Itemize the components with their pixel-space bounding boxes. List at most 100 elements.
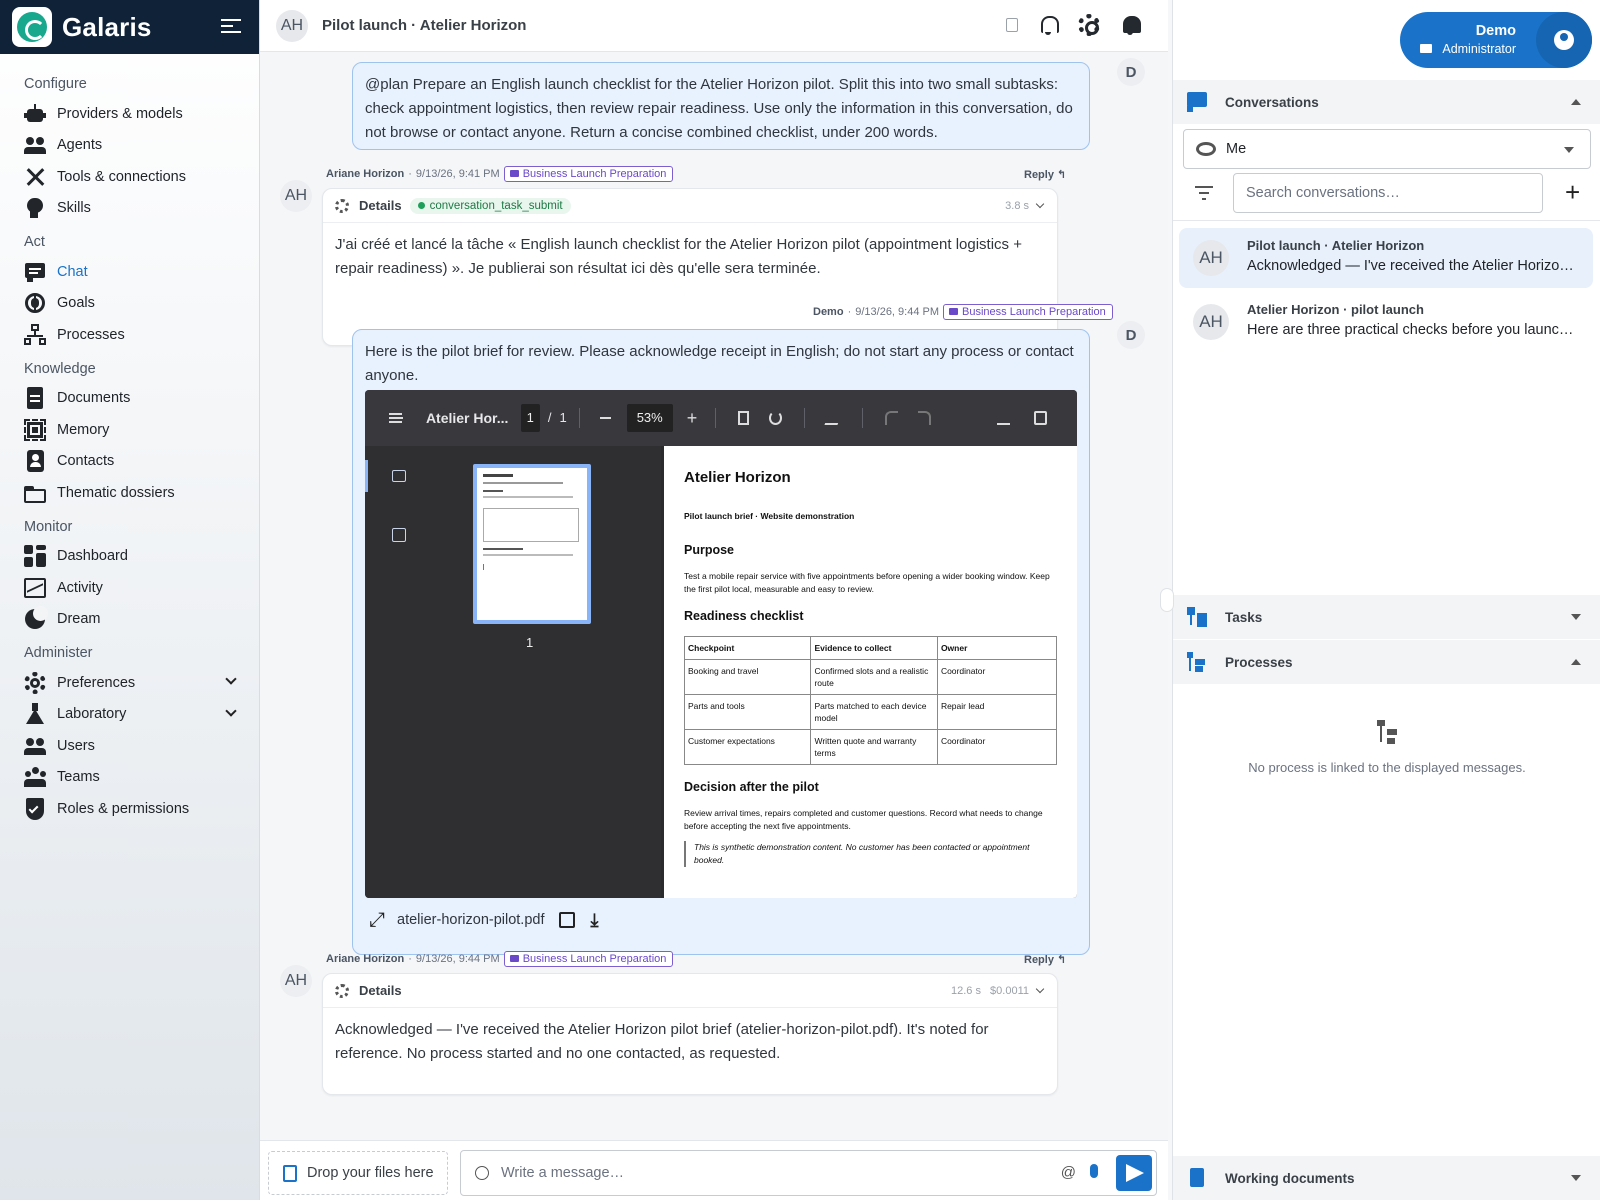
microphone-icon[interactable] bbox=[1090, 1164, 1098, 1178]
readiness-table: Checkpoint Evidence to collect Owner Boo… bbox=[683, 636, 1058, 765]
file-drop-zone[interactable]: Drop your files here bbox=[268, 1151, 448, 1195]
panel-resize-handle[interactable] bbox=[1160, 588, 1174, 612]
message-author: Demo bbox=[813, 306, 844, 318]
working-documents-header[interactable]: Working documents bbox=[1173, 1156, 1600, 1200]
chevron-down-icon[interactable] bbox=[225, 673, 237, 685]
sidebar-item-contacts[interactable]: Contacts bbox=[0, 446, 259, 478]
sidebar-item-documents[interactable]: Documents bbox=[0, 383, 259, 415]
processes-header[interactable]: Processes bbox=[1173, 640, 1600, 684]
sidebar-item-agents[interactable]: Agents bbox=[0, 130, 259, 162]
conversation-item[interactable]: AH Atelier Horizon · pilot launch Here a… bbox=[1179, 292, 1593, 352]
sidebar-item-laboratory[interactable]: Laboratory bbox=[0, 699, 259, 731]
user-menu-button[interactable]: Demo Administrator bbox=[1400, 12, 1592, 68]
sidebar-item-label: Goals bbox=[57, 295, 95, 312]
sidebar-item-label: Providers & models bbox=[57, 105, 183, 122]
collapse-icon[interactable] bbox=[1571, 99, 1581, 105]
annotate-icon[interactable] bbox=[824, 411, 843, 425]
new-conversation-button[interactable]: + bbox=[1565, 179, 1580, 205]
table-cell: Coordinator bbox=[936, 729, 1058, 765]
sidebar-item-activity[interactable]: Activity bbox=[0, 572, 259, 604]
process-tree-icon bbox=[1377, 720, 1399, 744]
page-number-input[interactable]: 1 bbox=[520, 404, 540, 432]
message-input[interactable]: Write a message… @ bbox=[460, 1150, 1157, 1196]
conversation-item[interactable]: AH Pilot launch · Atelier Horizon Acknow… bbox=[1179, 228, 1593, 288]
sidebar-item-label: Tools & connections bbox=[57, 168, 186, 185]
sidebar-item-dream[interactable]: Dream bbox=[0, 604, 259, 636]
zoom-level[interactable]: 53% bbox=[626, 404, 673, 432]
collapse-icon[interactable] bbox=[1571, 659, 1581, 665]
document-icon bbox=[1187, 1168, 1207, 1188]
sidebar-item-thematic-dossiers[interactable]: Thematic dossiers bbox=[0, 477, 259, 509]
expand-icon[interactable]: ⤢ bbox=[369, 908, 385, 932]
tool-call-chip[interactable]: conversation_task_submit bbox=[409, 197, 571, 214]
nav-section-administer: Administer bbox=[24, 645, 93, 661]
undo-icon[interactable] bbox=[884, 411, 898, 425]
pdf-toolbar: Atelier Hor... 1 / 1 53% + bbox=[365, 390, 1077, 446]
sidebar-item-label: Activity bbox=[57, 579, 103, 596]
notifications-icon[interactable] bbox=[1120, 14, 1141, 36]
sidebar-item-label: Contacts bbox=[57, 453, 115, 470]
visibility-filter-select[interactable]: Me bbox=[1183, 129, 1591, 169]
gear-icon[interactable] bbox=[1078, 14, 1100, 36]
sidebar-item-teams[interactable]: Teams bbox=[0, 762, 259, 794]
collapse-menu-icon[interactable] bbox=[221, 17, 241, 35]
composer: Drop your files here Write a message… @ bbox=[260, 1140, 1168, 1200]
sidebar-item-skills[interactable]: Skills bbox=[0, 193, 259, 225]
search-input[interactable]: Search conversations… bbox=[1233, 173, 1543, 213]
message-list[interactable]: @plan Prepare an English launch checklis… bbox=[260, 52, 1168, 1140]
thumbnails-icon[interactable] bbox=[365, 460, 368, 492]
sidebar-item-users[interactable]: Users bbox=[0, 730, 259, 762]
sidebar-item-roles-permissions[interactable]: Roles & permissions bbox=[0, 793, 259, 825]
chevron-down-icon[interactable] bbox=[225, 704, 237, 717]
sidebar-item-tools-connections[interactable]: Tools & connections bbox=[0, 161, 259, 193]
sidebar-item-label: Skills bbox=[57, 200, 91, 217]
page-thumbnail[interactable] bbox=[473, 464, 591, 624]
message-meta: Ariane Horizon · 9/13/26, 9:44 PM Busine… bbox=[326, 951, 674, 967]
image-icon[interactable] bbox=[392, 470, 406, 482]
fit-page-icon[interactable] bbox=[738, 411, 749, 425]
details-toggle[interactable]: Details 12.6 s $0.0011 bbox=[323, 974, 1057, 1008]
copy-icon[interactable] bbox=[1006, 18, 1018, 32]
emoji-icon[interactable] bbox=[475, 1166, 489, 1180]
zoom-out-icon[interactable] bbox=[599, 417, 611, 419]
outline-icon[interactable] bbox=[392, 528, 406, 542]
mention-icon[interactable]: @ bbox=[1061, 1164, 1076, 1181]
sidebar-item-processes[interactable]: Processes bbox=[0, 319, 259, 351]
open-external-icon[interactable] bbox=[558, 912, 575, 928]
reply-button[interactable]: Reply ↰ bbox=[1024, 953, 1066, 966]
sidebar-item-goals[interactable]: Goals bbox=[0, 288, 259, 320]
sidebar-item-dashboard[interactable]: Dashboard bbox=[0, 541, 259, 573]
nav-section-configure: Configure bbox=[24, 76, 87, 92]
print-icon[interactable] bbox=[1033, 411, 1047, 425]
expand-icon[interactable] bbox=[1571, 1175, 1581, 1181]
sidebar-item-providers-models[interactable]: Providers & models bbox=[0, 98, 259, 130]
reply-button[interactable]: Reply ↰ bbox=[1024, 168, 1066, 181]
bell-icon[interactable] bbox=[1038, 14, 1059, 36]
filter-list-icon[interactable] bbox=[1195, 186, 1213, 200]
sidebar-toggle-icon[interactable] bbox=[389, 413, 403, 423]
tasks-header[interactable]: Tasks bbox=[1173, 595, 1600, 639]
dossier-tag[interactable]: Business Launch Preparation bbox=[503, 951, 674, 967]
sidebar-item-memory[interactable]: Memory bbox=[0, 414, 259, 446]
redo-icon[interactable] bbox=[917, 411, 931, 425]
dossier-tag[interactable]: Business Launch Preparation bbox=[943, 304, 1113, 320]
dossier-tag[interactable]: Business Launch Preparation bbox=[503, 166, 674, 182]
send-button[interactable] bbox=[1116, 1155, 1152, 1191]
sidebar-item-preferences[interactable]: Preferences bbox=[0, 667, 259, 699]
chevron-down-icon[interactable] bbox=[1035, 199, 1045, 209]
chevron-down-icon[interactable] bbox=[1035, 984, 1045, 994]
conversations-header[interactable]: Conversations bbox=[1173, 80, 1600, 124]
more-options-icon[interactable]: ⋮ bbox=[1073, 410, 1077, 426]
download-icon[interactable] bbox=[996, 411, 1010, 425]
details-toggle[interactable]: Details conversation_task_submit 3.8 s bbox=[323, 189, 1057, 223]
sidebar-item-label: Processes bbox=[57, 326, 125, 343]
sidebar-item-chat[interactable]: Chat bbox=[0, 256, 259, 288]
attachment-filename[interactable]: atelier-horizon-pilot.pdf bbox=[397, 908, 545, 932]
sidebar: Galaris Configure Providers & models Age… bbox=[0, 0, 260, 1200]
zoom-in-icon[interactable]: + bbox=[687, 406, 698, 430]
download-icon[interactable]: ⤓ bbox=[591, 908, 599, 932]
pdf-viewer[interactable]: Atelier Hor... 1 / 1 53% + 1 Atelier Hor… bbox=[365, 390, 1077, 898]
galaris-logo[interactable] bbox=[12, 7, 52, 47]
rotate-icon[interactable] bbox=[768, 411, 782, 425]
expand-icon[interactable] bbox=[1571, 614, 1581, 620]
